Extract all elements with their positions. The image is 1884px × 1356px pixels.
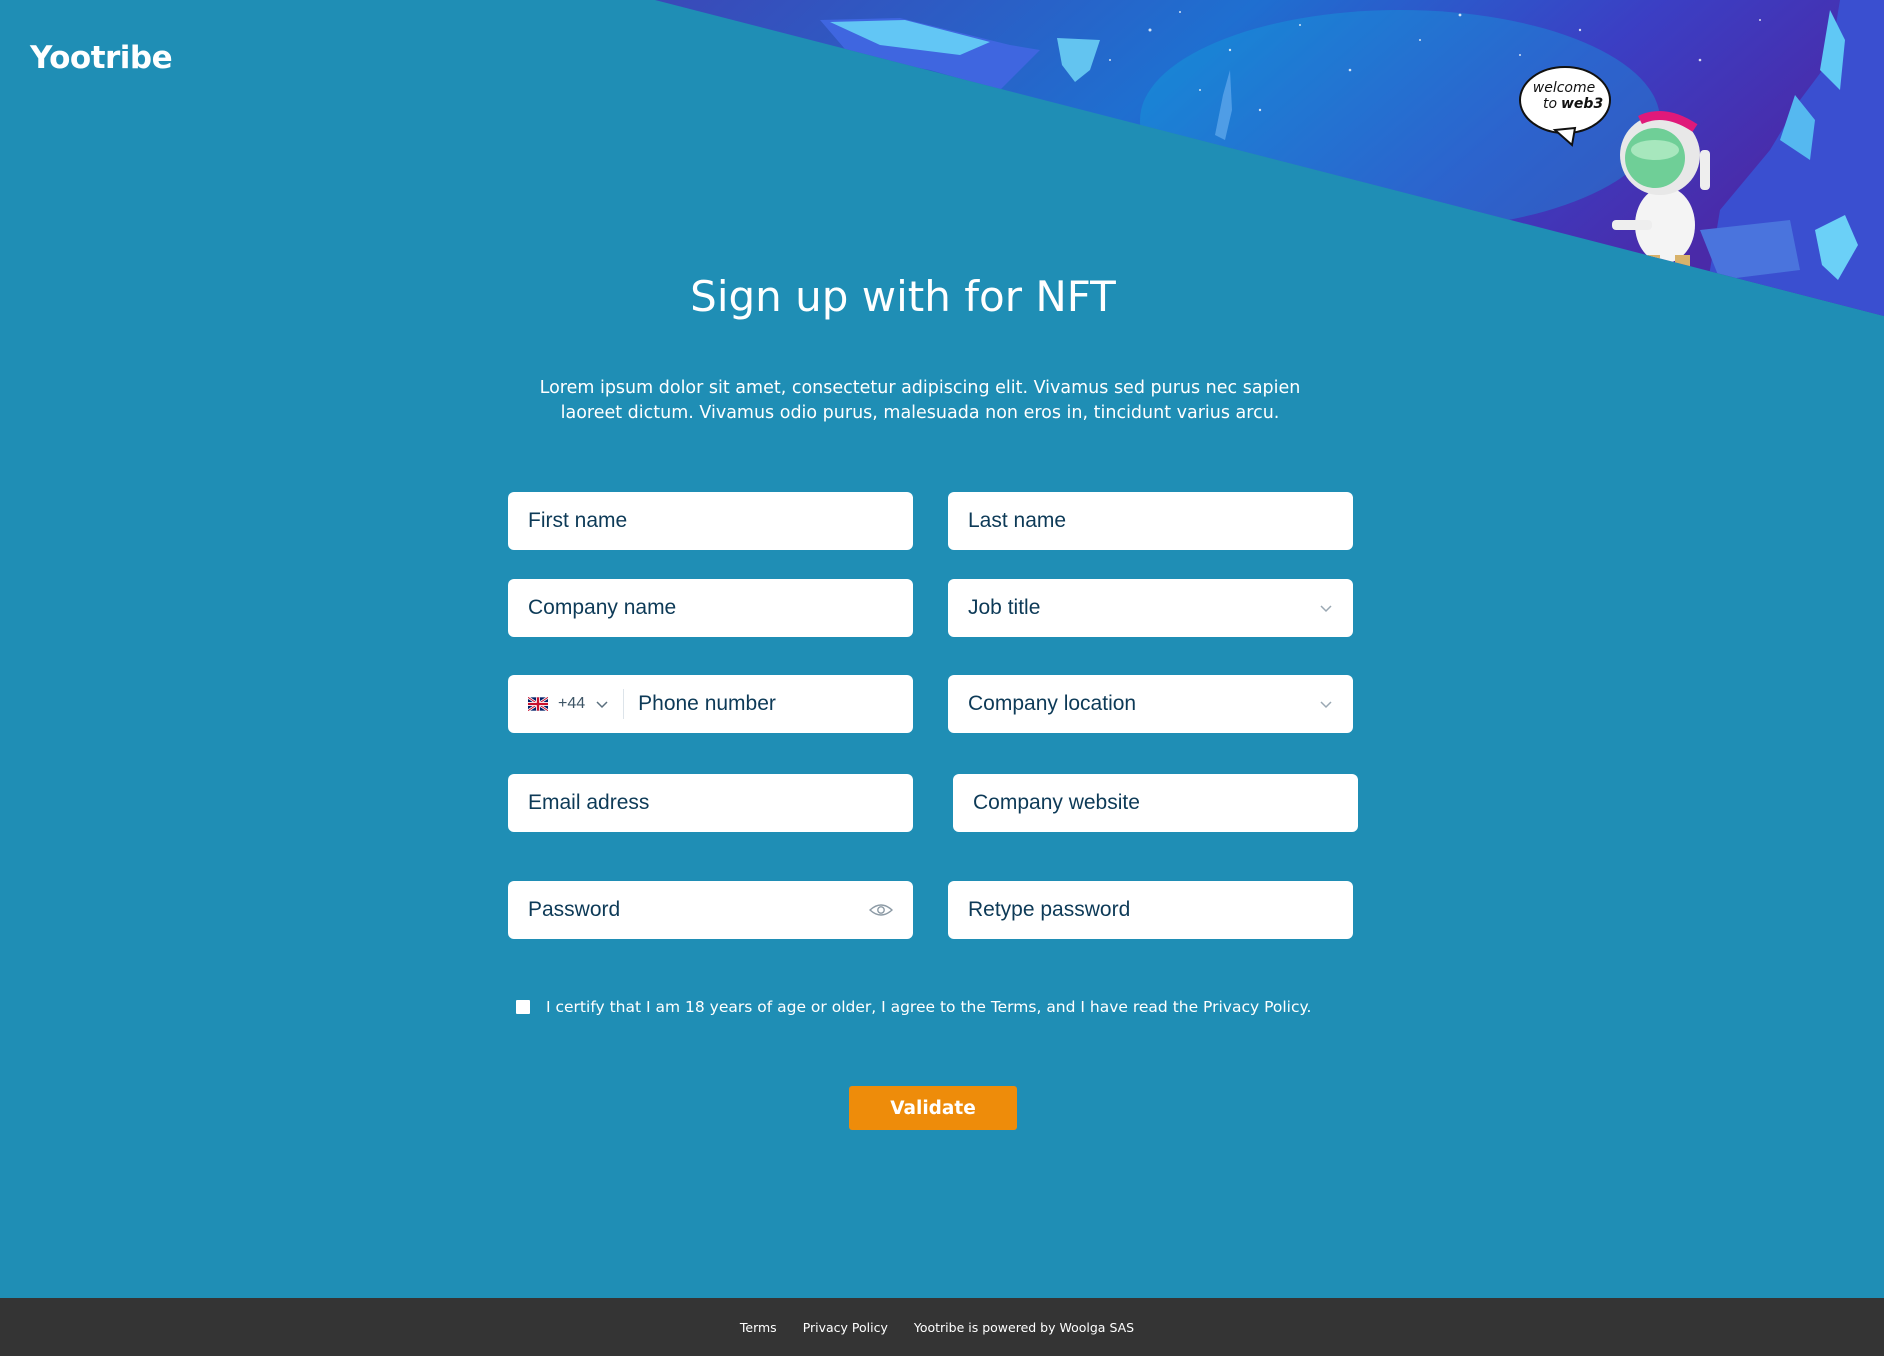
last-name-field[interactable]: Last name [948, 492, 1353, 550]
job-title-select[interactable]: Job title [948, 579, 1353, 637]
page-intro: Lorem ipsum dolor sit amet, consectetur … [539, 378, 1301, 423]
footer-powered-text: Yootribe is powered by Woolga SAS [913, 1319, 1135, 1335]
company-name-placeholder: Company name [528, 596, 677, 619]
first-name-placeholder: First name [528, 509, 628, 532]
brand-logo[interactable]: Yootribe [30, 40, 173, 76]
bubble-line1: welcome [1533, 80, 1595, 96]
last-name-placeholder: Last name [968, 509, 1067, 532]
uk-flag-icon [528, 697, 548, 711]
company-name-field[interactable]: Company name [508, 579, 913, 637]
bubble-line2: to [1543, 96, 1557, 112]
certify-row: I certify that I am 18 years of age or o… [516, 998, 1311, 1016]
retype-password-field[interactable]: Retype password [948, 881, 1353, 939]
email-placeholder: Email adress [528, 791, 650, 814]
country-code: +44 [558, 695, 586, 712]
company-website-field[interactable]: Company website [953, 774, 1358, 832]
certify-label: I certify that I am 18 years of age or o… [546, 998, 1312, 1016]
phone-field[interactable]: +44 Phone number [508, 675, 913, 733]
phone-number-placeholder: Phone number [638, 692, 776, 715]
company-website-placeholder: Company website [973, 791, 1140, 814]
country-code-select[interactable]: +44 [528, 689, 625, 719]
bubble-line3: web3 [1561, 96, 1603, 112]
certify-checkbox[interactable] [516, 1000, 530, 1014]
retype-password-placeholder: Retype password [968, 898, 1131, 921]
footer-terms-link[interactable]: Terms [740, 1320, 777, 1335]
page-title: Sign up with for NFT [690, 272, 1116, 321]
company-location-placeholder: Company location [968, 692, 1137, 715]
validate-button[interactable]: Validate [849, 1086, 1017, 1130]
chevron-down-icon [1320, 701, 1332, 709]
email-field[interactable]: Email adress [508, 774, 913, 832]
job-title-placeholder: Job title [968, 596, 1041, 619]
footer-privacy-link[interactable]: Privacy Policy [803, 1320, 888, 1335]
chevron-down-icon [596, 701, 608, 709]
first-name-field[interactable]: First name [508, 492, 913, 550]
chevron-down-icon [1320, 605, 1332, 613]
password-placeholder: Password [528, 898, 621, 921]
eye-icon[interactable] [869, 902, 893, 918]
company-location-select[interactable]: Company location [948, 675, 1353, 733]
speech-bubble: welcome to web3 [1519, 66, 1611, 147]
password-field[interactable]: Password [508, 881, 913, 939]
footer: Terms Privacy Policy Yootribe is powered… [0, 1298, 1884, 1356]
